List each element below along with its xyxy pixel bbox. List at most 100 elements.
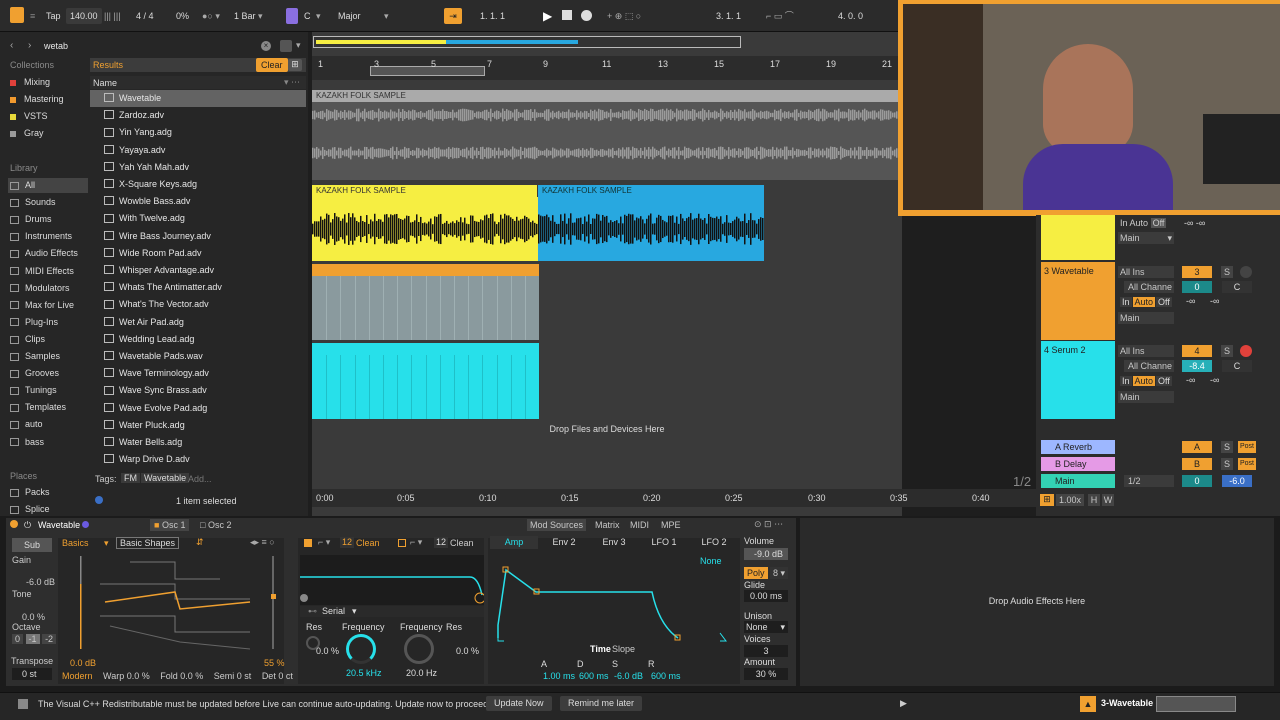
list-item[interactable]: With Twelve.adg	[104, 210, 185, 227]
device-name[interactable]: Wavetable	[38, 520, 80, 530]
env-tab-amp[interactable]: Amp	[490, 536, 538, 549]
add-tag-button[interactable]: Add...	[188, 474, 212, 484]
wave-view-icon[interactable]: ◂▸ ≡ ○	[250, 537, 275, 548]
list-item[interactable]: Yayaya.adv	[104, 142, 165, 159]
library-item-sounds[interactable]: Sounds	[10, 195, 56, 210]
tone-value[interactable]: 0.0 %	[22, 612, 45, 622]
track-pan[interactable]: C	[1222, 281, 1252, 293]
list-item[interactable]: Wide Room Pad.adv	[104, 245, 202, 262]
freq-1-value[interactable]: 20.5 kHz	[346, 668, 382, 678]
list-item[interactable]: Wave Terminology.adv	[104, 365, 209, 382]
filter-1-slope[interactable]: 12	[340, 537, 355, 548]
monitor-in[interactable]: In	[1120, 297, 1132, 307]
update-now-button[interactable]: Update Now	[486, 696, 552, 711]
poly-button[interactable]: Poly	[744, 567, 768, 579]
monitor-buttons[interactable]: In Auto Off	[1120, 375, 1173, 387]
selected-track-name[interactable]: 3-Wavetable	[1101, 698, 1153, 708]
tab-osc-2[interactable]: □ Osc 2	[196, 519, 235, 531]
list-item[interactable]: Water Pluck.adg	[104, 417, 185, 434]
forward-icon[interactable]: ›	[28, 40, 31, 51]
return-solo-button[interactable]: S	[1221, 458, 1233, 470]
draw-mode-icon[interactable]: ⊞	[1040, 494, 1054, 506]
env-slope-label[interactable]: Slope	[612, 644, 635, 654]
track-2-header[interactable]	[1041, 215, 1115, 260]
punch-icon[interactable]: ⌐ ▭ ⌒	[766, 8, 794, 24]
filter-1-type[interactable]: Clean	[356, 538, 380, 548]
top-output-select[interactable]: Main ▾	[1118, 232, 1174, 244]
quantize-select[interactable]: 1 Bar	[234, 8, 256, 24]
list-item[interactable]: Wet Air Pad.adg	[104, 314, 184, 331]
metronome-icon[interactable]: ●○ ▾	[202, 8, 220, 24]
list-item[interactable]: Wire Bass Journey.adv	[104, 228, 211, 245]
unison-select[interactable]: None ▾	[744, 621, 788, 633]
main-cue-volume[interactable]: -6.0	[1222, 475, 1252, 487]
list-item[interactable]: What's The Vector.adv	[104, 296, 209, 313]
track-volume[interactable]: -8.4	[1182, 360, 1212, 372]
collection-gray[interactable]: Gray	[10, 126, 44, 141]
top-monitor[interactable]: In Auto Off	[1120, 218, 1167, 228]
tab-mod-sources[interactable]: Mod Sources	[527, 519, 587, 531]
tab-mpe[interactable]: MPE	[658, 519, 684, 531]
list-item[interactable]: Wedding Lead.adg	[104, 331, 194, 348]
library-item-drums[interactable]: Drums	[10, 212, 52, 227]
send-b[interactable]: -∞	[1210, 375, 1219, 385]
collection-mastering[interactable]: Mastering	[10, 92, 64, 107]
tag-fm[interactable]: FM	[121, 473, 140, 483]
clear-search-icon[interactable]: ×	[261, 41, 271, 51]
filter-2-shape-icon[interactable]: ⌐ ▾	[410, 537, 422, 548]
list-item[interactable]: Zardoz.adv	[104, 107, 164, 124]
h-button[interactable]: H	[1088, 494, 1100, 506]
filter-icon[interactable]	[280, 40, 292, 52]
track-activator[interactable]: 4	[1182, 345, 1212, 357]
device-window-icons[interactable]: ⊙ ⊡ ⋯	[754, 519, 783, 530]
library-item-samples[interactable]: Samples	[10, 349, 60, 364]
tab-matrix[interactable]: Matrix	[592, 519, 623, 531]
library-item-all[interactable]: All	[10, 178, 35, 193]
track-pan[interactable]: C	[1222, 360, 1252, 372]
return-a-reverb[interactable]: A Reverb	[1041, 440, 1115, 454]
amount-field[interactable]: 30 %	[744, 668, 788, 680]
remind-later-button[interactable]: Remind me later	[560, 696, 643, 711]
time-ruler[interactable]	[312, 489, 1040, 507]
monitor-off[interactable]: Off	[1156, 297, 1172, 307]
collection-vsts[interactable]: VSTS	[10, 109, 48, 124]
tempo-field[interactable]: 140.00	[66, 8, 102, 24]
monitor-in[interactable]: In	[1120, 376, 1132, 386]
wavetable-nav-icon[interactable]: ⇵	[196, 537, 204, 548]
library-item-tunings[interactable]: Tunings	[10, 383, 57, 398]
clear-results-button[interactable]: Clear	[256, 58, 288, 72]
library-item-max-for-live[interactable]: Max for Live	[10, 298, 74, 313]
filter-curve[interactable]	[300, 555, 484, 605]
library-item-templates[interactable]: Templates	[10, 400, 66, 415]
main-volume[interactable]: 0	[1182, 475, 1212, 487]
tab-osc-1[interactable]: ■ Osc 1	[150, 519, 190, 531]
arm-button[interactable]	[1240, 345, 1252, 357]
osc-position-value[interactable]: 55 %	[264, 658, 285, 668]
place-packs[interactable]: Packs	[10, 485, 50, 500]
back-icon[interactable]: ‹	[10, 40, 13, 51]
list-item[interactable]: Water Bells.adg	[104, 434, 182, 451]
osc-gain-value[interactable]: 0.0 dB	[70, 658, 96, 668]
list-item[interactable]: Wave Evolve Pad.adg	[104, 400, 207, 417]
list-item[interactable]: Wavetable	[104, 90, 161, 107]
res-2-value[interactable]: 0.0 %	[456, 646, 479, 656]
stop-icon[interactable]	[562, 10, 572, 20]
loop-start[interactable]: 3. 1. 1	[716, 8, 741, 24]
poly-voices[interactable]: 8 ▾	[770, 567, 789, 579]
env-mod-target[interactable]: None	[700, 556, 722, 566]
volume-field[interactable]: -9.0 dB	[744, 548, 788, 560]
output-select[interactable]: Main	[1118, 312, 1174, 324]
record-icon[interactable]	[581, 10, 592, 21]
library-item-midi-effects[interactable]: MIDI Effects	[10, 264, 74, 279]
monitor-buttons[interactable]: In Auto Off	[1120, 296, 1173, 308]
device-power-icon[interactable]	[10, 520, 18, 528]
overview-bar[interactable]	[313, 36, 741, 48]
preview-icon[interactable]	[95, 496, 103, 504]
filter-1-toggle[interactable]	[304, 539, 312, 547]
transpose-field[interactable]: 0 st	[12, 668, 52, 680]
output-select[interactable]: Main	[1118, 391, 1174, 403]
wavetable-select[interactable]: Basic Shapes	[116, 537, 180, 549]
list-item[interactable]: Wowble Bass.adv	[104, 193, 190, 210]
input-channel-select[interactable]: All Channe	[1124, 360, 1174, 372]
scale-mode-icon[interactable]	[286, 8, 298, 24]
